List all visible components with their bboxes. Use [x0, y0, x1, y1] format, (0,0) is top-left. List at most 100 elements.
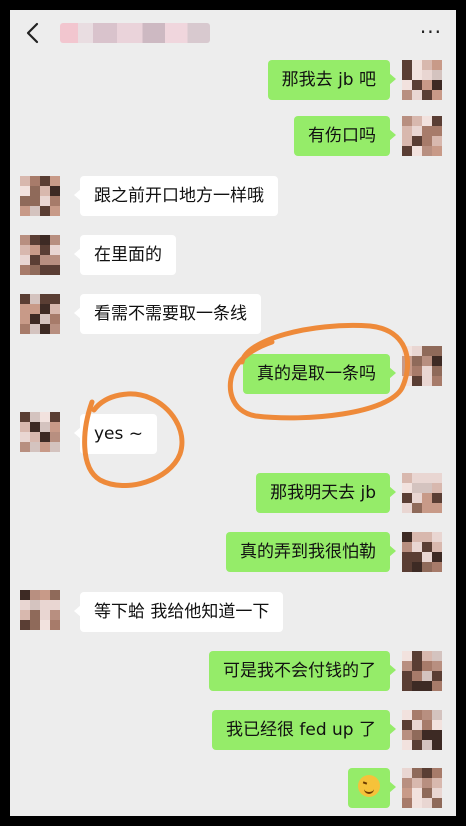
message-bubble[interactable]: 那我明天去 jb: [256, 473, 396, 513]
avatar[interactable]: [20, 412, 60, 452]
avatar-pixel: [422, 710, 432, 720]
avatar-pixel: [50, 196, 60, 206]
avatar[interactable]: [20, 235, 60, 275]
avatar-pixel: [30, 600, 40, 610]
avatar-pixel: [432, 146, 442, 156]
avatar-pixel: [412, 60, 422, 70]
message-row: 看需不需要取一条线: [10, 292, 456, 336]
avatar-pixel: [20, 620, 30, 630]
avatar-pixel: [402, 562, 412, 572]
avatar-pixel: [432, 483, 442, 493]
avatar-pixel: [402, 493, 412, 503]
more-dots-icon[interactable]: ···: [420, 20, 442, 44]
message-bubble[interactable]: 跟之前开口地方一样哦: [74, 176, 278, 216]
message-bubble[interactable]: [348, 768, 396, 808]
message-bubble[interactable]: yes ~: [73, 414, 158, 454]
avatar-pixel: [432, 366, 442, 376]
avatar-pixel: [30, 442, 40, 452]
avatar-pixel: [432, 60, 442, 70]
message-bubble[interactable]: 那我去 jb 吧: [267, 60, 397, 100]
avatar[interactable]: [20, 590, 60, 630]
avatar-pixel: [422, 503, 432, 513]
avatar[interactable]: [402, 651, 442, 691]
chevron-left-icon[interactable]: [22, 20, 46, 46]
message-row: 那我明天去 jb: [10, 471, 456, 515]
avatar-pixel: [40, 610, 50, 620]
message-row: 我已经很 fed up 了: [10, 708, 456, 752]
avatar-pixel: [402, 366, 412, 376]
avatar-pixel: [422, 346, 432, 356]
message-row: 真的是取一条吗: [10, 346, 456, 396]
avatar-pixel: [30, 422, 40, 432]
avatar-pixel: [412, 651, 422, 661]
message-bubble[interactable]: 真的是取一条吗: [243, 354, 396, 394]
avatar-pixel: [40, 265, 50, 275]
avatar-pixel: [20, 304, 30, 314]
avatar-pixel: [402, 552, 412, 562]
avatar-pixel: [432, 768, 442, 778]
avatar-pixel: [412, 70, 422, 80]
avatar[interactable]: [402, 116, 442, 156]
avatar-pixel: [422, 651, 432, 661]
avatar-pixel: [40, 255, 50, 265]
avatar-pixel: [422, 788, 432, 798]
avatar-pixel: [50, 245, 60, 255]
avatar-pixel: [20, 610, 30, 620]
avatar[interactable]: [20, 294, 60, 334]
avatar-pixel: [422, 60, 432, 70]
avatar-pixel: [432, 346, 442, 356]
message-bubble[interactable]: 看需不需要取一条线: [74, 294, 261, 334]
avatar[interactable]: [402, 473, 442, 513]
avatar-pixel: [412, 483, 422, 493]
avatar-pixel: [30, 265, 40, 275]
avatar[interactable]: [402, 60, 442, 100]
avatar-pixel: [402, 116, 412, 126]
avatar-pixel: [30, 620, 40, 630]
avatar[interactable]: [402, 346, 442, 386]
message-bubble[interactable]: 在里面的: [74, 235, 176, 275]
avatar-pixel: [422, 493, 432, 503]
message-bubble[interactable]: 等下蛤 我给他知道一下: [73, 592, 284, 632]
avatar-pixel: [50, 610, 60, 620]
avatar-pixel: [40, 235, 50, 245]
avatar[interactable]: [402, 710, 442, 750]
avatar-pixel: [422, 730, 432, 740]
avatar-pixel: [412, 473, 422, 483]
avatar-pixel: [432, 542, 442, 552]
avatar-pixel: [40, 422, 50, 432]
avatar-pixel: [422, 562, 432, 572]
avatar-pixel: [412, 661, 422, 671]
avatar[interactable]: [402, 768, 442, 808]
contact-name-blurred: [60, 23, 210, 43]
avatar-pixel: [30, 245, 40, 255]
avatar-pixel: [402, 671, 412, 681]
avatar-pixel: [412, 493, 422, 503]
avatar-pixel: [40, 196, 50, 206]
message-row: 有伤口吗: [10, 114, 456, 158]
avatar[interactable]: [402, 532, 442, 572]
message-bubble[interactable]: 可是我不会付钱的了: [209, 651, 396, 691]
avatar-pixel: [412, 552, 422, 562]
avatar-pixel: [422, 542, 432, 552]
message-bubble[interactable]: 有伤口吗: [294, 116, 396, 156]
avatar-pixel: [412, 126, 422, 136]
avatar-pixel: [432, 740, 442, 750]
message-bubble[interactable]: 我已经很 fed up 了: [211, 710, 397, 750]
avatar[interactable]: [20, 176, 60, 216]
avatar-pixel: [30, 235, 40, 245]
avatar-pixel: [20, 432, 30, 442]
avatar-pixel: [20, 255, 30, 265]
message-row: 在里面的: [10, 233, 456, 277]
avatar-pixel: [432, 356, 442, 366]
avatar-pixel: [412, 503, 422, 513]
avatar-pixel: [412, 532, 422, 542]
message-bubble[interactable]: 真的弄到我很怕勒: [226, 532, 396, 572]
avatar-pixel: [50, 422, 60, 432]
avatar-pixel: [50, 186, 60, 196]
avatar-pixel: [30, 294, 40, 304]
avatar-pixel: [20, 196, 30, 206]
avatar-pixel: [30, 412, 40, 422]
avatar-pixel: [432, 552, 442, 562]
avatar-pixel: [20, 245, 30, 255]
avatar-pixel: [432, 651, 442, 661]
